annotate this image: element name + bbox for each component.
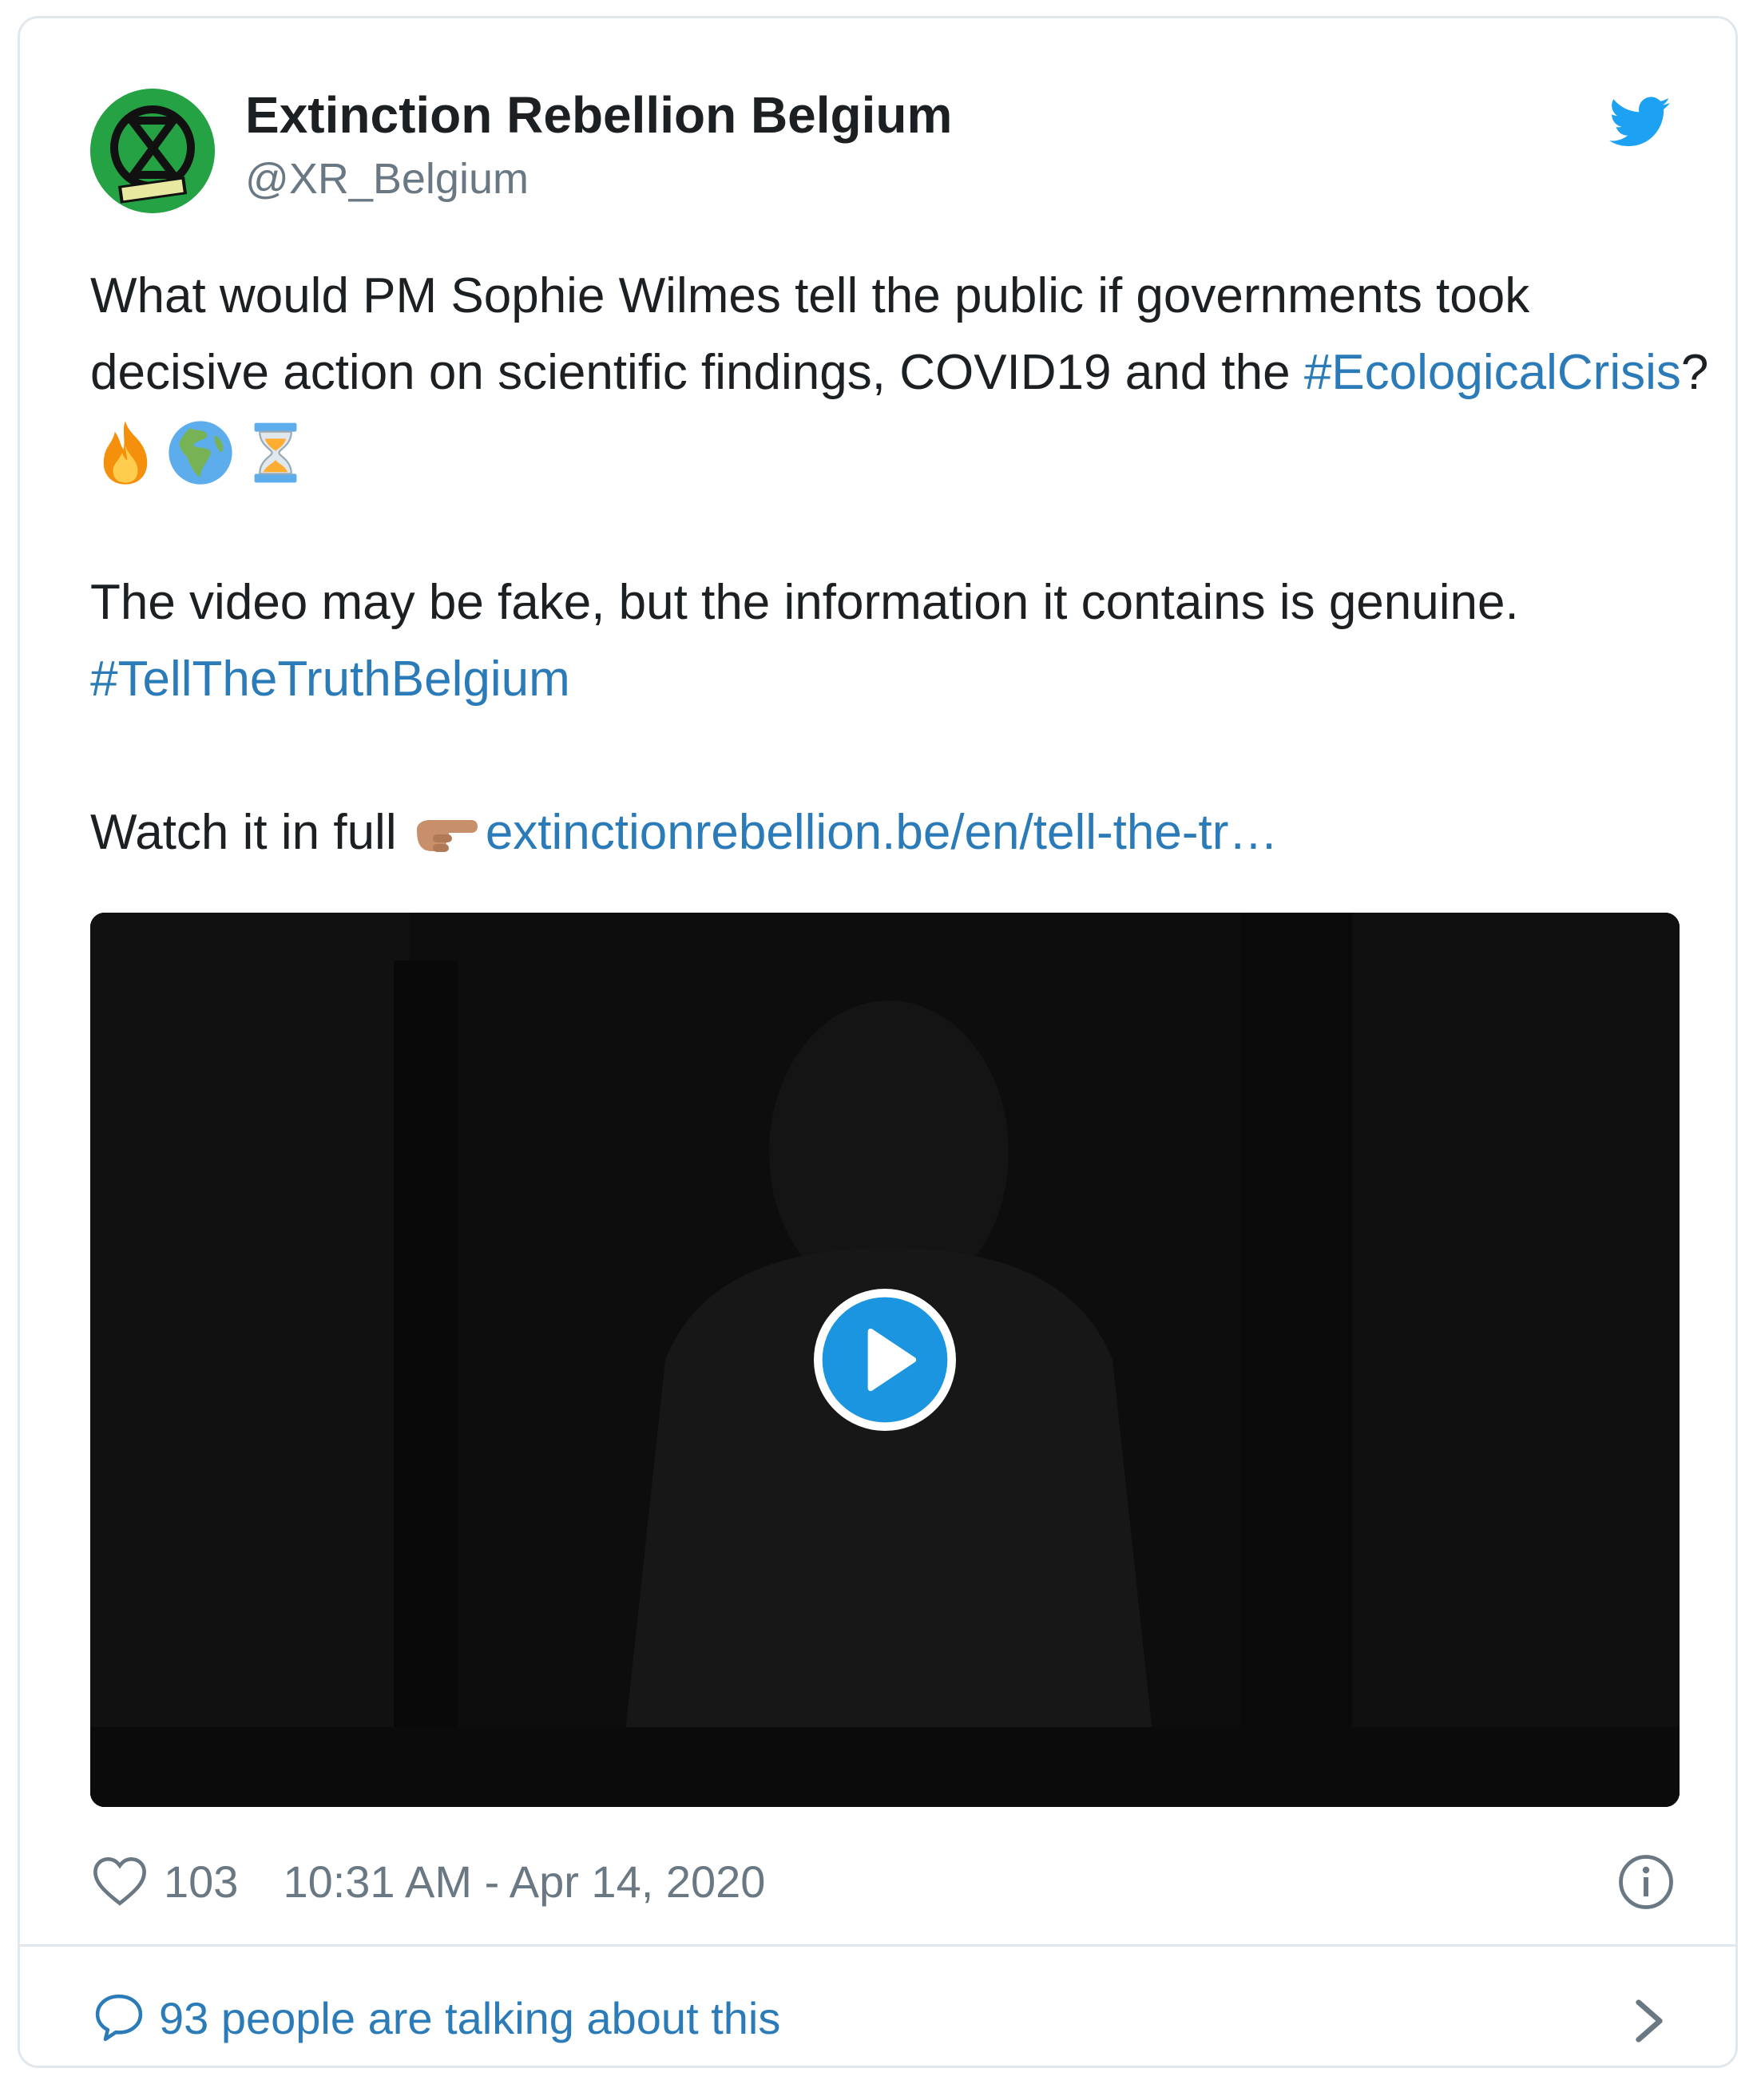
twitter-bird-icon[interactable] <box>1609 97 1670 148</box>
chevron-right-icon[interactable] <box>1633 1997 1665 2045</box>
info-icon[interactable] <box>1617 1853 1675 1911</box>
tweet-text: What would PM Sophie Wilmes tell the pub… <box>90 258 1711 871</box>
timestamp[interactable]: 10:31 AM - Apr 14, 2020 <box>283 1856 765 1908</box>
tweet-text-question-mark: ? <box>1680 345 1709 400</box>
tweet-text-line3: Watch it in full <box>90 805 410 860</box>
avatar[interactable] <box>90 89 215 213</box>
pointing-right-emoji-icon <box>410 801 481 871</box>
conversation-link[interactable]: 93 people are talking about this <box>92 1991 780 2045</box>
hashtag-tell-the-truth-belgium[interactable]: #TellTheTruthBelgium <box>90 652 570 707</box>
fire-emoji-icon <box>90 418 161 488</box>
globe-europe-africa-emoji-icon <box>165 418 236 488</box>
article-link[interactable]: extinctionrebellion.be/en/tell-the-tr… <box>486 805 1279 860</box>
play-button-icon[interactable] <box>814 1289 956 1431</box>
hashtag-ecological-crisis[interactable]: #EcologicalCrisis <box>1304 345 1681 400</box>
hourglass-emoji-icon <box>240 418 311 488</box>
account-handle[interactable]: @XR_Belgium <box>245 154 529 204</box>
speech-bubble-icon <box>95 1994 143 2042</box>
divider <box>20 1944 1735 1947</box>
display-name[interactable]: Extinction Rebellion Belgium <box>245 85 952 145</box>
tweet-meta: 103 10:31 AM - Apr 14, 2020 <box>92 1855 765 1908</box>
talking-count-text[interactable]: 93 people are talking about this <box>159 1992 780 2044</box>
tweet-card: Extinction Rebellion Belgium @XR_Belgium… <box>18 16 1738 2068</box>
tweet-paragraph-3: Watch it in full extinctionrebellion.be/… <box>90 794 1711 871</box>
heart-icon[interactable] <box>92 1855 148 1908</box>
tweet-paragraph-1: What would PM Sophie Wilmes tell the pub… <box>90 258 1711 488</box>
tweet-text-line2: The video may be fake, but the informati… <box>90 575 1519 630</box>
like-count[interactable]: 103 <box>164 1856 238 1908</box>
video-player[interactable] <box>90 913 1680 1807</box>
tweet-paragraph-2: The video may be fake, but the informati… <box>90 565 1711 718</box>
